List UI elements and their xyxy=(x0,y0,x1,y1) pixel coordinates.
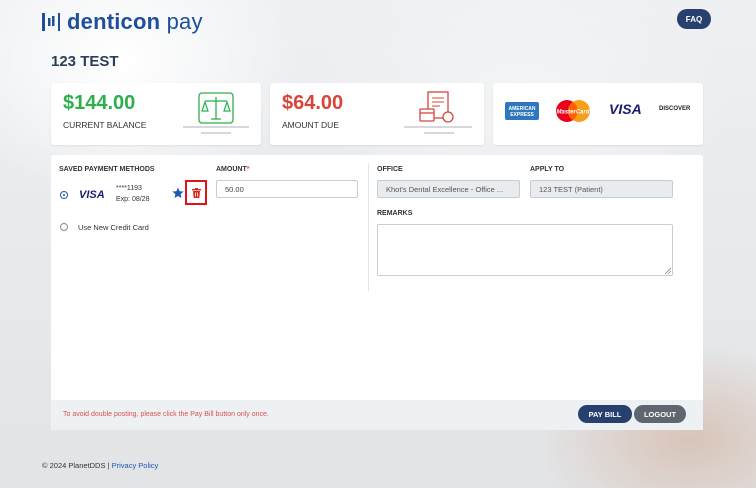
office-label: OFFICE xyxy=(377,166,403,173)
faq-button[interactable]: FAQ xyxy=(677,9,711,29)
current-balance-amount: $144.00 xyxy=(63,92,136,114)
saved-card-expiry: Exp: 08/28 xyxy=(116,196,150,203)
patient-name: 123 TEST xyxy=(51,53,119,70)
amount-due-amount: $64.00 xyxy=(282,92,344,114)
copyright-text: © 2024 PlanetDDS | xyxy=(42,461,112,470)
discover-icon: DISCOVER xyxy=(659,106,691,112)
amount-input[interactable]: 50.00 xyxy=(216,180,358,198)
current-balance-label: CURRENT BALANCE xyxy=(63,120,147,130)
accepted-cards-card: AMERICAN EXPRESS MasterCard VISA DISCOVE… xyxy=(493,83,703,145)
amount-due-label: AMOUNT DUE xyxy=(282,120,339,130)
scale-icon xyxy=(183,92,249,134)
required-mark: * xyxy=(246,166,250,173)
apply-to-field: 123 TEST (Patient) xyxy=(530,180,673,198)
trash-icon[interactable] xyxy=(192,188,201,198)
svg-text:EXPRESS: EXPRESS xyxy=(510,112,534,118)
new-card-radio[interactable] xyxy=(60,223,68,231)
delete-card-highlight[interactable] xyxy=(185,180,207,205)
current-balance-card: $144.00 CURRENT BALANCE xyxy=(51,83,261,145)
new-card-label[interactable]: Use New Credit Card xyxy=(78,223,149,232)
apply-to-label: APPLY TO xyxy=(530,166,565,173)
denticon-logo-icon xyxy=(42,13,60,31)
logout-button[interactable]: LOGOUT xyxy=(634,405,686,423)
svg-text:MasterCard: MasterCard xyxy=(556,110,589,116)
brand-name-bold: denticon xyxy=(67,9,161,34)
double-posting-notice: To avoid double posting, please click th… xyxy=(63,411,269,418)
office-field: Khot's Dental Excellence - Office ... xyxy=(377,180,520,198)
default-star-icon[interactable] xyxy=(172,187,184,199)
saved-card-visa-logo: VISA xyxy=(79,189,105,201)
denticon-pay-logo: denticon pay xyxy=(41,11,203,33)
amount-label-text: AMOUNT xyxy=(216,166,247,173)
saved-card-radio[interactable] xyxy=(60,191,68,199)
resize-handle-icon[interactable] xyxy=(665,268,671,274)
form-divider xyxy=(368,163,369,291)
privacy-policy-link[interactable]: Privacy Policy xyxy=(112,461,159,470)
brand-name-light: pay xyxy=(160,9,203,34)
remarks-label: REMARKS xyxy=(377,210,413,217)
amount-label: AMOUNT* xyxy=(216,166,249,173)
pay-bill-button[interactable]: PAY BILL xyxy=(578,405,632,423)
amex-icon: AMERICAN EXPRESS xyxy=(505,102,539,120)
page-footer: © 2024 PlanetDDS | Privacy Policy xyxy=(42,461,158,470)
saved-payment-methods-label: SAVED PAYMENT METHODS xyxy=(59,166,155,173)
saved-card-number: ****1193 xyxy=(116,185,142,192)
visa-brand-icon: VISA xyxy=(609,101,642,117)
invoice-icon xyxy=(404,91,472,134)
mastercard-icon: MasterCard xyxy=(556,100,590,122)
remarks-textarea[interactable] xyxy=(377,224,673,276)
amount-due-card: $64.00 AMOUNT DUE xyxy=(270,83,484,145)
